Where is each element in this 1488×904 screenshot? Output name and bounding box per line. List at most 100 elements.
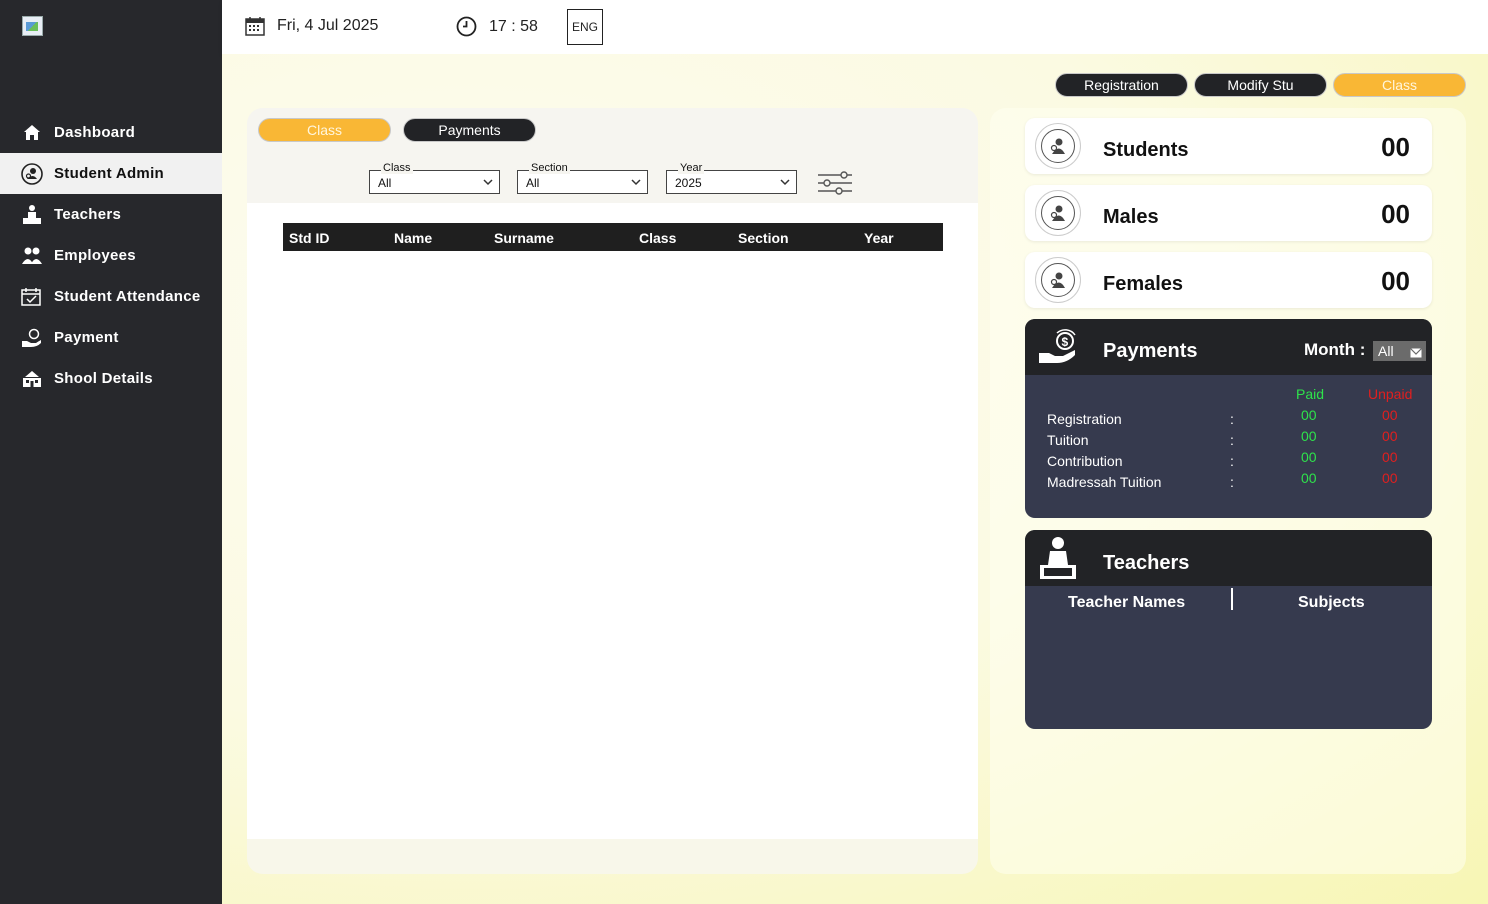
filter-sliders-icon[interactable]	[817, 170, 853, 201]
unpaid-header: Unpaid	[1368, 386, 1413, 402]
teacher-icon	[21, 204, 43, 225]
panel-payments-tab[interactable]: Payments	[403, 118, 536, 142]
date-display: Fri, 4 Jul 2025	[245, 16, 378, 36]
svg-text:$: $	[1062, 335, 1069, 349]
payment-row-label: Tuition	[1047, 432, 1089, 448]
date-text: Fri, 4 Jul 2025	[277, 17, 379, 34]
sidebar-item-label: Teachers	[54, 206, 122, 223]
males-stat-label: Males	[1103, 206, 1159, 228]
student-icon	[1035, 257, 1081, 303]
class-select-label: Class	[381, 162, 413, 174]
payment-row-label: Registration	[1047, 411, 1122, 427]
sidebar-item-student-admin[interactable]: Student Admin	[0, 153, 222, 194]
class-list-panel: Class Payments Class All Section All Yea…	[247, 108, 978, 874]
teachers-card-title: Teachers	[1103, 552, 1190, 574]
student-admin-icon	[21, 162, 43, 185]
attendance-icon	[21, 287, 43, 307]
payment-row-paid: 00	[1301, 470, 1317, 486]
teacher-names-header: Teacher Names	[1068, 594, 1186, 611]
sidebar-item-label: Payment	[54, 329, 119, 346]
payment-row-colon: :	[1230, 411, 1234, 427]
students-table-header: Std ID Name Surname Class Section Year	[283, 223, 943, 251]
month-label: Month :	[1304, 340, 1366, 359]
col-class[interactable]: Class	[639, 230, 676, 246]
year-select-value: 2025	[675, 176, 702, 190]
sidebar-nav: Dashboard Student Admin Teachers Employe…	[0, 112, 222, 399]
class-tab[interactable]: Class	[1333, 73, 1466, 97]
month-select-value: All	[1378, 343, 1394, 359]
col-name[interactable]: Name	[394, 230, 432, 246]
paid-header: Paid	[1296, 386, 1325, 402]
teacher-icon	[1037, 535, 1079, 586]
payment-row-paid: 00	[1301, 449, 1317, 465]
sidebar-item-payment[interactable]: Payment	[0, 317, 222, 358]
calendar-icon	[245, 16, 265, 36]
time-display: 17 : 58	[456, 16, 538, 37]
sidebar-item-dashboard[interactable]: Dashboard	[0, 112, 222, 153]
panel-class-tab[interactable]: Class	[258, 118, 391, 142]
modify-student-tab[interactable]: Modify Stu	[1194, 73, 1327, 97]
section-select-label: Section	[529, 162, 570, 174]
school-icon	[21, 369, 43, 389]
sidebar-item-label: Dashboard	[54, 124, 136, 141]
sidebar-item-teachers[interactable]: Teachers	[0, 194, 222, 235]
chevron-down-icon	[779, 176, 791, 191]
class-select[interactable]: Class All	[369, 162, 500, 194]
payment-row-paid: 00	[1301, 428, 1317, 444]
registration-tab[interactable]: Registration	[1055, 73, 1188, 97]
payment-row-unpaid: 00	[1382, 428, 1398, 444]
filter-area: Class Payments Class All Section All Yea…	[247, 108, 978, 203]
payment-row-colon: :	[1230, 453, 1234, 469]
month-select[interactable]: All	[1373, 341, 1426, 361]
sidebar-item-label: Student Attendance	[54, 288, 201, 305]
language-button[interactable]: ENG	[567, 9, 603, 45]
payments-card-header: $ Payments Month : All	[1025, 319, 1432, 375]
col-year[interactable]: Year	[864, 230, 894, 246]
section-select[interactable]: Section All	[517, 162, 648, 194]
sidebar-item-school-details[interactable]: Shool Details	[0, 358, 222, 399]
year-select[interactable]: Year 2025	[666, 162, 797, 194]
males-stat-card: Males 00	[1025, 185, 1432, 241]
col-section[interactable]: Section	[738, 230, 789, 246]
sidebar: Dashboard Student Admin Teachers Employe…	[0, 0, 222, 904]
class-select-value: All	[378, 176, 392, 190]
payments-card-title: Payments	[1103, 340, 1198, 362]
payment-icon	[21, 328, 43, 348]
col-std-id[interactable]: Std ID	[289, 230, 329, 246]
males-stat-value: 00	[1381, 199, 1410, 229]
payment-row-colon: :	[1230, 474, 1234, 490]
payment-row-label: Madressah Tuition	[1047, 474, 1162, 490]
clock-icon	[456, 16, 477, 37]
teachers-card: Teachers Teacher Names Subjects	[1025, 530, 1432, 729]
sidebar-item-employees[interactable]: Employees	[0, 235, 222, 276]
payment-row-unpaid: 00	[1382, 470, 1398, 486]
chevron-down-icon	[630, 176, 642, 191]
females-stat-value: 00	[1381, 266, 1410, 296]
year-select-label: Year	[678, 162, 705, 174]
payment-row-unpaid: 00	[1382, 449, 1398, 465]
sidebar-item-student-attendance[interactable]: Student Attendance	[0, 276, 222, 317]
section-select-value: All	[526, 176, 540, 190]
subjects-header: Subjects	[1298, 594, 1365, 611]
payment-row-label: Contribution	[1047, 453, 1123, 469]
chevron-down-icon	[482, 176, 494, 191]
table-area	[247, 203, 978, 839]
student-icon	[1035, 190, 1081, 236]
payment-row-paid: 00	[1301, 407, 1317, 423]
envelope-icon	[1410, 345, 1422, 361]
payment-row-colon: :	[1230, 432, 1234, 448]
payments-card: $ Payments Month : All Paid Unpaid Regis…	[1025, 319, 1432, 518]
app-logo	[22, 16, 43, 36]
sidebar-item-label: Shool Details	[54, 370, 153, 387]
money-hand-icon: $	[1037, 327, 1079, 372]
sidebar-item-label: Student Admin	[54, 165, 164, 182]
col-surname[interactable]: Surname	[494, 230, 554, 246]
column-divider	[1231, 588, 1233, 610]
home-icon	[21, 123, 43, 143]
females-stat-card: Females 00	[1025, 252, 1432, 308]
employees-icon	[21, 246, 43, 266]
students-stat-label: Students	[1103, 139, 1189, 161]
females-stat-label: Females	[1103, 273, 1184, 295]
sidebar-item-label: Employees	[54, 247, 136, 264]
student-icon	[1035, 123, 1081, 169]
